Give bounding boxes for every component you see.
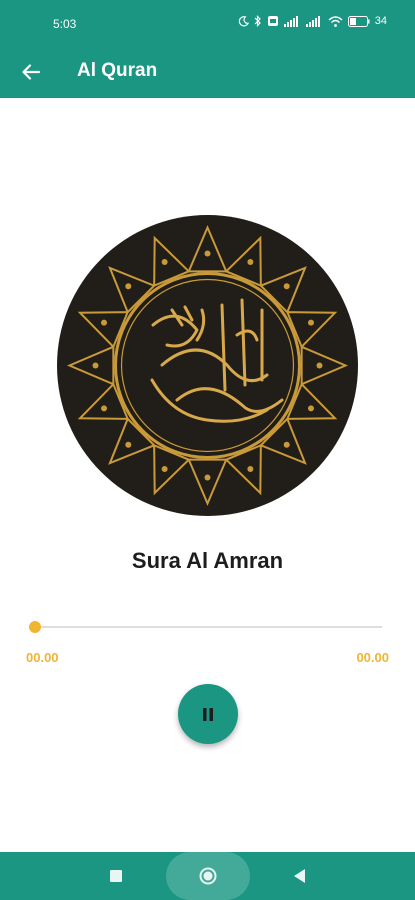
battery-icon	[347, 15, 370, 27]
rosette-petal	[77, 311, 130, 349]
quran-calligraphy-icon	[66, 224, 349, 507]
back-triangle-icon	[294, 869, 305, 883]
rosette-petal	[224, 443, 262, 496]
rosette-dot	[283, 441, 290, 448]
rosette-dot	[125, 283, 132, 290]
rosette-dot	[283, 283, 290, 290]
total-duration: 00.00	[356, 650, 389, 665]
rosette-dot	[101, 405, 108, 412]
rosette-petal	[153, 235, 191, 288]
wifi-icon	[328, 15, 343, 27]
arrow-back-icon	[22, 64, 40, 80]
rosette-petal	[153, 443, 191, 496]
moon-icon	[238, 15, 249, 26]
rosette-petal	[259, 417, 307, 465]
recents-button[interactable]	[106, 866, 126, 886]
recents-square-icon	[110, 870, 122, 882]
status-time: 5:03	[53, 17, 77, 31]
rosette-petal	[300, 345, 349, 386]
pause-icon	[203, 707, 213, 721]
back-button[interactable]	[14, 55, 48, 89]
rosette-petal	[224, 235, 262, 288]
elapsed-time: 00.00	[26, 650, 59, 665]
rosette-dot	[125, 441, 132, 448]
rosette-dot	[307, 405, 314, 412]
rosette-petal	[259, 266, 307, 314]
rosette-petal	[108, 417, 156, 465]
home-circle-icon	[199, 867, 217, 885]
battery-percent: 34	[374, 15, 387, 27]
rosette-dot	[161, 465, 168, 472]
toolbar: Al Quran	[0, 48, 415, 98]
signal-icon	[283, 15, 298, 27]
rosette-dot	[204, 250, 211, 257]
rosette-petal	[66, 345, 115, 386]
rosette-petal	[187, 458, 228, 507]
status-bar: 5:03 34	[0, 0, 415, 48]
rosette-petal	[77, 382, 130, 420]
app-bar: 5:03 34 Al Quran	[0, 0, 415, 98]
rosette-dot	[101, 319, 108, 326]
track-title: Sura Al Amran	[131, 548, 284, 573]
rosette-dot	[247, 465, 254, 472]
system-nav-bar	[0, 852, 415, 900]
bluetooth-icon	[254, 15, 261, 27]
rosette-petal	[108, 266, 156, 314]
signal-icon-2	[305, 15, 320, 27]
rosette-dot	[204, 474, 211, 481]
status-icons: 34	[238, 15, 387, 27]
rosette-petal	[285, 382, 338, 420]
rosette-petal	[187, 224, 228, 273]
rosette-dot	[247, 259, 254, 266]
quran-artwork	[57, 215, 358, 516]
play-pause-button[interactable]	[178, 684, 238, 744]
rosette-dot	[92, 362, 99, 369]
page-title: Al Quran	[77, 60, 158, 81]
sim-icon	[267, 16, 278, 26]
home-button[interactable]	[198, 866, 218, 886]
nav-back-button[interactable]	[290, 866, 310, 886]
rosette-dot	[307, 319, 314, 326]
rosette-dot	[316, 362, 323, 369]
seek-bar[interactable]	[34, 626, 382, 628]
seek-thumb[interactable]	[29, 621, 41, 633]
rosette-dot	[161, 259, 168, 266]
rosette-petal	[285, 311, 338, 349]
